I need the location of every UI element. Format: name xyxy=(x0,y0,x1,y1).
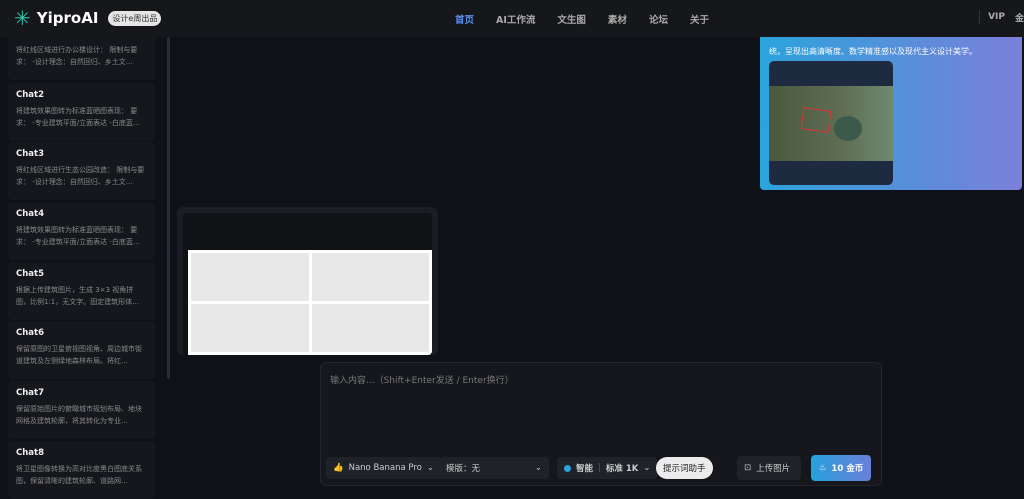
nav-text-to-image[interactable]: 文生图 xyxy=(557,12,586,26)
chat-item[interactable]: Chat3 将红线区域进行生态公园改造： 限制与要求： -设计理念：自然回归、乡土… xyxy=(8,142,155,200)
composer: 输入内容...（Shift+Enter发送 / Enter换行） 👍 Nano B… xyxy=(320,362,882,486)
chat-item[interactable]: Chat8 将卫星图像转换为高对比度黑白图底关系图，保留清晰的建筑轮廓、道路网..… xyxy=(8,441,155,499)
chat-desc: 将红线区域进行办公楼设计： 限制与要求： -设计理念：自然回归、乡土文... xyxy=(16,46,138,66)
chat-desc: 根据上传建筑图片，生成 3×3 视角拼图，比例1:1，无文字。固定建筑形体... xyxy=(16,286,139,306)
user-message: 统，呈现出高清晰度、数学精准感以及现代主义设计美学。 xyxy=(760,28,1022,190)
vip-link[interactable]: VIP xyxy=(988,12,1005,22)
chat-title: Chat6 xyxy=(16,328,45,338)
chat-title: Chat3 xyxy=(16,149,45,159)
chat-title: Chat2 xyxy=(16,90,45,100)
chat-title: Chat8 xyxy=(16,448,45,458)
chat-item[interactable]: Chat6 保留原图的卫星俯视图视角、周边城市街道建筑及左侧绿地森林布局。将红..… xyxy=(8,321,155,379)
chat-desc: 将红线区域进行生态公园改造： 限制与要求： -设计理念：自然回归、乡土文... xyxy=(16,166,145,186)
logo-text: YiproAI xyxy=(36,9,99,27)
chat-title: Chat5 xyxy=(16,269,45,279)
model-select[interactable]: 👍 Nano Banana Pro ⌄ xyxy=(326,457,441,479)
upload-label: 上传图片 xyxy=(756,464,791,474)
chat-desc: 保留原图的卫星俯视图视角、周边城市街道建筑及左侧绿地森林布局。将红... xyxy=(16,345,142,365)
chat-item[interactable]: Chat5 根据上传建筑图片，生成 3×3 视角拼图，比例1:1，无文字。固定建筑… xyxy=(8,262,155,320)
top-header: ✳ YiproAI 设计e周出品 首页 AI工作流 文生图 素材 论坛 关于 V… xyxy=(0,0,1024,37)
template-label: 模版：无 xyxy=(446,464,481,474)
chat-title: Chat4 xyxy=(16,209,45,219)
chat-desc: 将建筑效果图转为标准蓝晒图表现： 要求： -专业建筑平面/立面表达 -白底蓝..… xyxy=(16,107,140,127)
message-text: 统，呈现出高清晰度、数学精准感以及现代主义设计美学。 xyxy=(769,47,977,56)
chat-history-sidebar: Chat1将红线区域进行办公楼设计： 限制与要求： -设计理念：自然回归、乡土文… xyxy=(0,0,165,499)
nav-ai-workflow[interactable]: AI工作流 xyxy=(496,12,535,26)
nav-assets[interactable]: 素材 xyxy=(608,12,627,26)
sidebar-scrollbar[interactable] xyxy=(167,37,170,379)
main-nav: 首页 AI工作流 文生图 素材 论坛 关于 xyxy=(455,12,709,26)
chevron-down-icon: ⌄ xyxy=(534,463,542,473)
nav-home[interactable]: 首页 xyxy=(455,12,474,26)
divider xyxy=(979,10,981,24)
nav-about[interactable]: 关于 xyxy=(690,12,709,26)
banana-icon: 👍 xyxy=(333,463,344,473)
chat-desc: 保留原始图片的俯瞰城市规划布局、地块网格及建筑轮廓，将其转化为专业... xyxy=(16,405,142,425)
brand-badge: 设计e周出品 xyxy=(108,10,162,26)
model-label: Nano Banana Pro xyxy=(348,463,422,473)
template-select[interactable]: 模版：无 ⌄ xyxy=(439,457,549,479)
send-button[interactable]: ♨ 10 金币 xyxy=(811,455,871,481)
upload-image-button[interactable]: ⊡ 上传图片 xyxy=(737,456,801,480)
prompt-assistant-button[interactable]: 提示词助手 xyxy=(656,457,713,479)
chat-desc: 将建筑效果图转为标准蓝晒图表现： 要求： -专业建筑平面/立面表达 -白底蓝..… xyxy=(16,226,140,246)
chevron-down-icon: ⌄ xyxy=(426,463,434,473)
chat-item[interactable]: Chat7 保留原始图片的俯瞰城市规划布局、地块网格及建筑轮廓，将其转化为专业..… xyxy=(8,381,155,439)
chat-desc: 将卫星图像转换为高对比度黑白图底关系图，保留清晰的建筑轮廓、道路网... xyxy=(16,465,142,485)
quality-label: 标准 1K xyxy=(605,464,639,474)
send-label: 10 金币 xyxy=(831,464,864,474)
logo-asterisk-icon: ✳ xyxy=(14,6,31,30)
image-icon: ⊡ xyxy=(744,463,752,473)
generated-map-image[interactable] xyxy=(183,213,432,355)
nav-forum[interactable]: 论坛 xyxy=(649,12,668,26)
logo[interactable]: ✳ YiproAI 设计e周出品 xyxy=(14,6,162,30)
chat-item[interactable]: Chat4 将建筑效果图转为标准蓝晒图表现： 要求： -专业建筑平面/立面表达 -… xyxy=(8,202,155,260)
rocket-icon: ♨ xyxy=(818,463,827,473)
generated-image-card xyxy=(177,207,438,355)
chevron-down-icon: ⌄ xyxy=(643,463,651,473)
status-dot-icon xyxy=(564,464,571,472)
chat-title: Chat7 xyxy=(16,388,45,398)
mode-label: 智能 xyxy=(576,464,594,474)
chat-item[interactable]: Chat2 将建筑效果图转为标准蓝晒图表现： 要求： -专业建筑平面/立面表达 -… xyxy=(8,83,155,141)
prompt-input[interactable]: 输入内容...（Shift+Enter发送 / Enter换行） xyxy=(330,373,514,386)
attached-satellite-image[interactable] xyxy=(769,61,893,185)
coins-link[interactable]: 金 xyxy=(1015,11,1024,24)
quality-select[interactable]: 智能 | 标准 1K ⌄ xyxy=(557,457,658,479)
